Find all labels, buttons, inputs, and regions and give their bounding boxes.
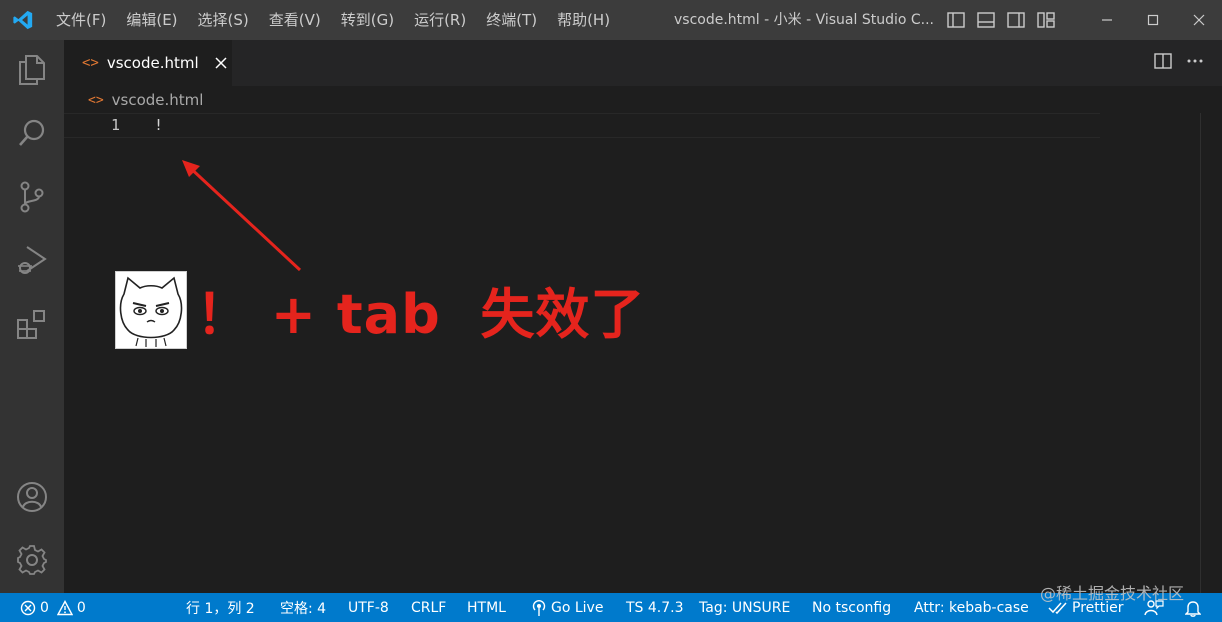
editor-tabs-bar: <> vscode.html [64,40,1222,86]
menu-run[interactable]: 运行(R) [404,0,476,40]
source-control-icon[interactable] [0,169,64,225]
current-line-highlight [64,113,1100,138]
warning-icon [56,599,73,616]
menu-selection[interactable]: 选择(S) [188,0,259,40]
html-file-icon: <> [82,55,99,71]
window-title: vscode.html - 小米 - Visual Studio C... [674,12,934,28]
menu-file[interactable]: 文件(F) [46,0,116,40]
minimize-icon[interactable] [1084,0,1130,40]
run-debug-icon[interactable] [0,232,64,288]
close-tab-icon[interactable] [211,53,231,73]
search-icon[interactable] [0,105,64,161]
watermark: @稀土掘金技术社区 [1040,584,1185,603]
editor-scrollbar[interactable] [1200,113,1201,593]
breadcrumb-file[interactable]: vscode.html [112,91,204,109]
more-actions-icon[interactable] [1186,53,1204,73]
toggle-primary-sidebar-icon[interactable] [944,8,968,32]
ts-version[interactable]: TS 4.7.3 [626,593,684,622]
customize-layout-icon[interactable] [1034,8,1058,32]
explorer-icon[interactable] [0,42,64,98]
meme-cat-image [115,271,187,349]
menu-edit[interactable]: 编辑(E) [116,0,187,40]
activity-bar [0,40,64,593]
encoding-status[interactable]: UTF-8 [348,593,389,622]
attr-case-status[interactable]: Attr: kebab-case [914,593,1029,622]
tag-case-status[interactable]: Tag: UNSURE [699,593,790,622]
go-live-button[interactable]: Go Live [531,593,603,622]
tab-vscode-html[interactable]: <> vscode.html [64,40,232,86]
settings-gear-icon[interactable] [0,532,64,588]
title-bar: 文件(F) 编辑(E) 选择(S) 查看(V) 转到(G) 运行(R) 终端(T… [0,0,1222,40]
error-count: 0 [40,599,49,616]
language-mode[interactable]: HTML [467,593,506,622]
menu-go[interactable]: 转到(G) [331,0,404,40]
toggle-panel-icon[interactable] [974,8,998,32]
accounts-icon[interactable] [0,469,64,525]
code-line[interactable]: ! [154,116,163,134]
cursor-position[interactable]: 行 1，列 2 [186,593,255,622]
maximize-icon[interactable] [1130,0,1176,40]
menu-help[interactable]: 帮助(H) [547,0,620,40]
problems-status[interactable]: 0 0 [20,593,86,622]
annotation-text: ！ + tab 失效了 [196,283,646,346]
editor-actions [1154,40,1204,86]
extensions-icon[interactable] [0,296,64,352]
annotation-arrow [182,160,302,272]
line-number: 1 [110,116,120,134]
menu-terminal[interactable]: 终端(T) [476,0,547,40]
error-icon [20,600,36,616]
vscode-logo-icon [0,0,46,40]
close-window-icon[interactable] [1176,0,1222,40]
eol-status[interactable]: CRLF [411,593,446,622]
notifications-bell-icon[interactable] [1185,593,1201,622]
html-file-icon: <> [88,92,104,108]
toggle-secondary-sidebar-icon[interactable] [1004,8,1028,32]
tab-label: vscode.html [106,54,199,72]
warning-count: 0 [76,599,86,616]
go-live-label: Go Live [551,599,604,616]
window-controls [1084,0,1222,40]
status-bar: 0 0 行 1，列 2 空格: 4 UTF-8 CRLF HTML Go Liv… [0,593,1222,622]
tsconfig-status[interactable]: No tsconfig [812,593,891,622]
split-editor-icon[interactable] [1154,53,1172,73]
menu-bar: 文件(F) 编辑(E) 选择(S) 查看(V) 转到(G) 运行(R) 终端(T… [46,0,620,40]
broadcast-icon [531,599,547,617]
menu-view[interactable]: 查看(V) [259,0,331,40]
indentation-status[interactable]: 空格: 4 [280,593,326,622]
breadcrumb[interactable]: <> vscode.html [88,90,203,110]
layout-controls [944,0,1058,40]
